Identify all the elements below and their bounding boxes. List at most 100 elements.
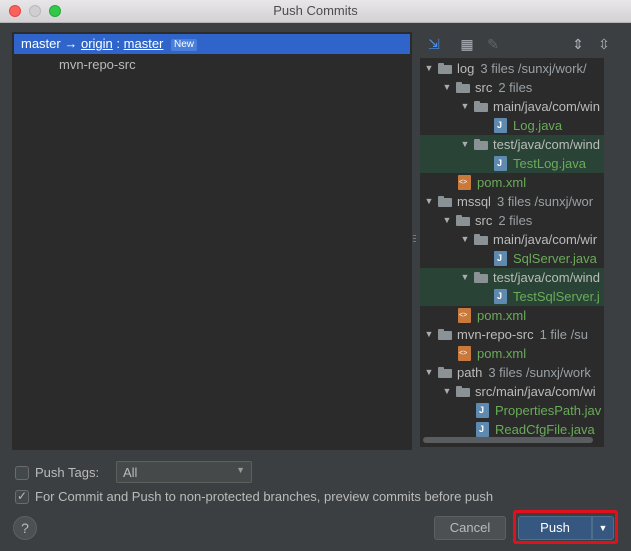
tree-row[interactable]: ▼ mvn-repo-src 1 file /su (420, 325, 604, 344)
tree-item-label: pom.xml (477, 175, 527, 190)
preview-commits-checkbox[interactable] (15, 489, 29, 504)
java-file-icon (494, 251, 507, 266)
tree-row[interactable]: SqlServer.java (420, 249, 604, 268)
expand-arrow-icon[interactable]: ▼ (424, 192, 434, 211)
tree-item-label: PropertiesPath.jav (495, 403, 602, 418)
repo-item[interactable]: mvn-repo-src (59, 57, 136, 72)
module-folder-icon (438, 329, 452, 340)
folder-icon (474, 139, 488, 150)
expand-arrow-icon[interactable]: ▼ (460, 135, 470, 154)
tree-item-meta: 3 files /sunxj/work (488, 365, 591, 380)
tree-row[interactable]: ▼ main/java/com/win (420, 97, 604, 116)
tags-select-value: All (123, 465, 138, 480)
tree-item-meta: 3 files /sunxj/work/ (480, 61, 587, 76)
folder-icon (456, 215, 470, 226)
expand-arrow-icon[interactable]: ▼ (460, 97, 470, 116)
tree-row[interactable]: TestLog.java (420, 154, 604, 173)
push-button[interactable]: Push (518, 516, 592, 540)
tree-item-label: pom.xml (477, 346, 527, 361)
java-file-icon (494, 289, 507, 304)
tree-row[interactable]: ▼ src/main/java/com/wi (420, 382, 604, 401)
expand-arrow-icon[interactable]: ▼ (424, 363, 434, 382)
push-dropdown-button[interactable]: ▼ (592, 516, 614, 540)
maximize-window-button[interactable] (49, 5, 61, 17)
tree-row[interactable]: pom.xml (420, 344, 604, 363)
expand-arrow-icon[interactable]: ▼ (442, 382, 452, 401)
tree-row[interactable]: PropertiesPath.jav (420, 401, 604, 420)
expand-all-icon[interactable]: ⇲ (426, 36, 442, 52)
tree-row[interactable]: pom.xml (420, 173, 604, 192)
chevron-down-icon: ▼ (236, 465, 245, 475)
tree-item-label: mssql 3 files /sunxj/wor (457, 194, 594, 209)
cancel-button[interactable]: Cancel (434, 516, 506, 540)
panel-splitter[interactable] (413, 235, 416, 245)
group-by-icon[interactable]: ▦ (459, 36, 475, 52)
tree-item-label: pom.xml (477, 308, 527, 323)
java-file-icon (476, 422, 489, 437)
expand-arrow-icon[interactable]: ▼ (442, 211, 452, 230)
expand-arrow-icon[interactable]: ▼ (460, 230, 470, 249)
tree-item-label: main/java/com/wir (493, 232, 598, 247)
java-file-icon (494, 156, 507, 171)
target-branch[interactable]: master (124, 36, 164, 51)
minimize-window-button[interactable] (29, 5, 41, 17)
tree-row[interactable]: ▼ mssql 3 files /sunxj/wor (420, 192, 604, 211)
expand-arrow-icon[interactable]: ▼ (442, 78, 452, 97)
xml-file-icon (458, 308, 471, 323)
tree-row[interactable]: ▼ path 3 files /sunxj/work (420, 363, 604, 382)
tree-row[interactable]: ▼ src 2 files (420, 211, 604, 230)
new-badge: New (171, 39, 198, 51)
folder-icon (474, 234, 488, 245)
tree-item-label: TestLog.java (513, 156, 586, 171)
tree-row[interactable]: TestSqlServer.j (420, 287, 604, 306)
tree-row[interactable]: ▼ main/java/com/wir (420, 230, 604, 249)
tags-select[interactable]: All ▼ (116, 461, 252, 483)
remote-name[interactable]: origin (81, 36, 113, 51)
tree-row[interactable]: ▼ test/java/com/wind (420, 135, 604, 154)
tree-row[interactable]: Log.java (420, 116, 604, 135)
module-folder-icon (438, 196, 452, 207)
tree-item-label: SqlServer.java (513, 251, 597, 266)
tree-item-label: test/java/com/wind (493, 270, 600, 285)
expand-arrow-icon[interactable]: ▼ (424, 59, 434, 78)
tree-item-label: src 2 files (475, 80, 533, 95)
preview-commits-label: For Commit and Push to non-protected bra… (35, 489, 494, 504)
tree-item-label: test/java/com/wind (493, 137, 600, 152)
push-tags-label: Push Tags: (35, 465, 100, 480)
edit-icon[interactable]: ✎ (485, 36, 501, 52)
title-bar: Push Commits (0, 0, 631, 23)
folder-icon (456, 82, 470, 93)
expand-arrow-icon[interactable]: ▼ (424, 325, 434, 344)
tree-item-label: main/java/com/win (493, 99, 600, 114)
tree-item-meta: 2 files (498, 213, 533, 228)
tree-row[interactable]: ▼ log 3 files /sunxj/work/ (420, 59, 604, 78)
push-tags-checkbox[interactable] (15, 466, 29, 480)
tree-row[interactable]: ▼ test/java/com/wind (420, 268, 604, 287)
horizontal-scrollbar[interactable] (423, 437, 593, 443)
tree-row[interactable]: ▼ src 2 files (420, 78, 604, 97)
tree-item-label: Log.java (513, 118, 563, 133)
close-window-button[interactable] (9, 5, 21, 17)
folder-icon (456, 386, 470, 397)
help-button[interactable]: ? (13, 516, 37, 540)
tree-item-label: mvn-repo-src 1 file /su (457, 327, 588, 342)
tree-item-label: src/main/java/com/wi (475, 384, 596, 399)
tree-item-label: path 3 files /sunxj/work (457, 365, 591, 380)
expand-arrow-icon[interactable]: ▼ (460, 268, 470, 287)
local-branch: master (21, 36, 61, 51)
collapse-icon[interactable]: ⇳ (596, 36, 612, 52)
module-folder-icon (438, 63, 452, 74)
branch-separator: : (116, 36, 121, 51)
branch-row[interactable]: master → origin : master New (14, 34, 410, 54)
xml-file-icon (458, 175, 471, 190)
tree-row[interactable]: pom.xml (420, 306, 604, 325)
folder-icon (474, 272, 488, 283)
tree-item-label: log 3 files /sunxj/work/ (457, 61, 587, 76)
push-arrow: → (64, 36, 78, 51)
tree-item-meta: 1 file /su (539, 327, 588, 342)
expand-icon[interactable]: ⇕ (570, 36, 586, 52)
tree-item-label: TestSqlServer.j (513, 289, 600, 304)
tree-item-label: src 2 files (475, 213, 533, 228)
changes-tree[interactable]: ▼ log 3 files /sunxj/work/ ▼ src 2 files ▼ main… (420, 58, 604, 447)
java-file-icon (494, 118, 507, 133)
